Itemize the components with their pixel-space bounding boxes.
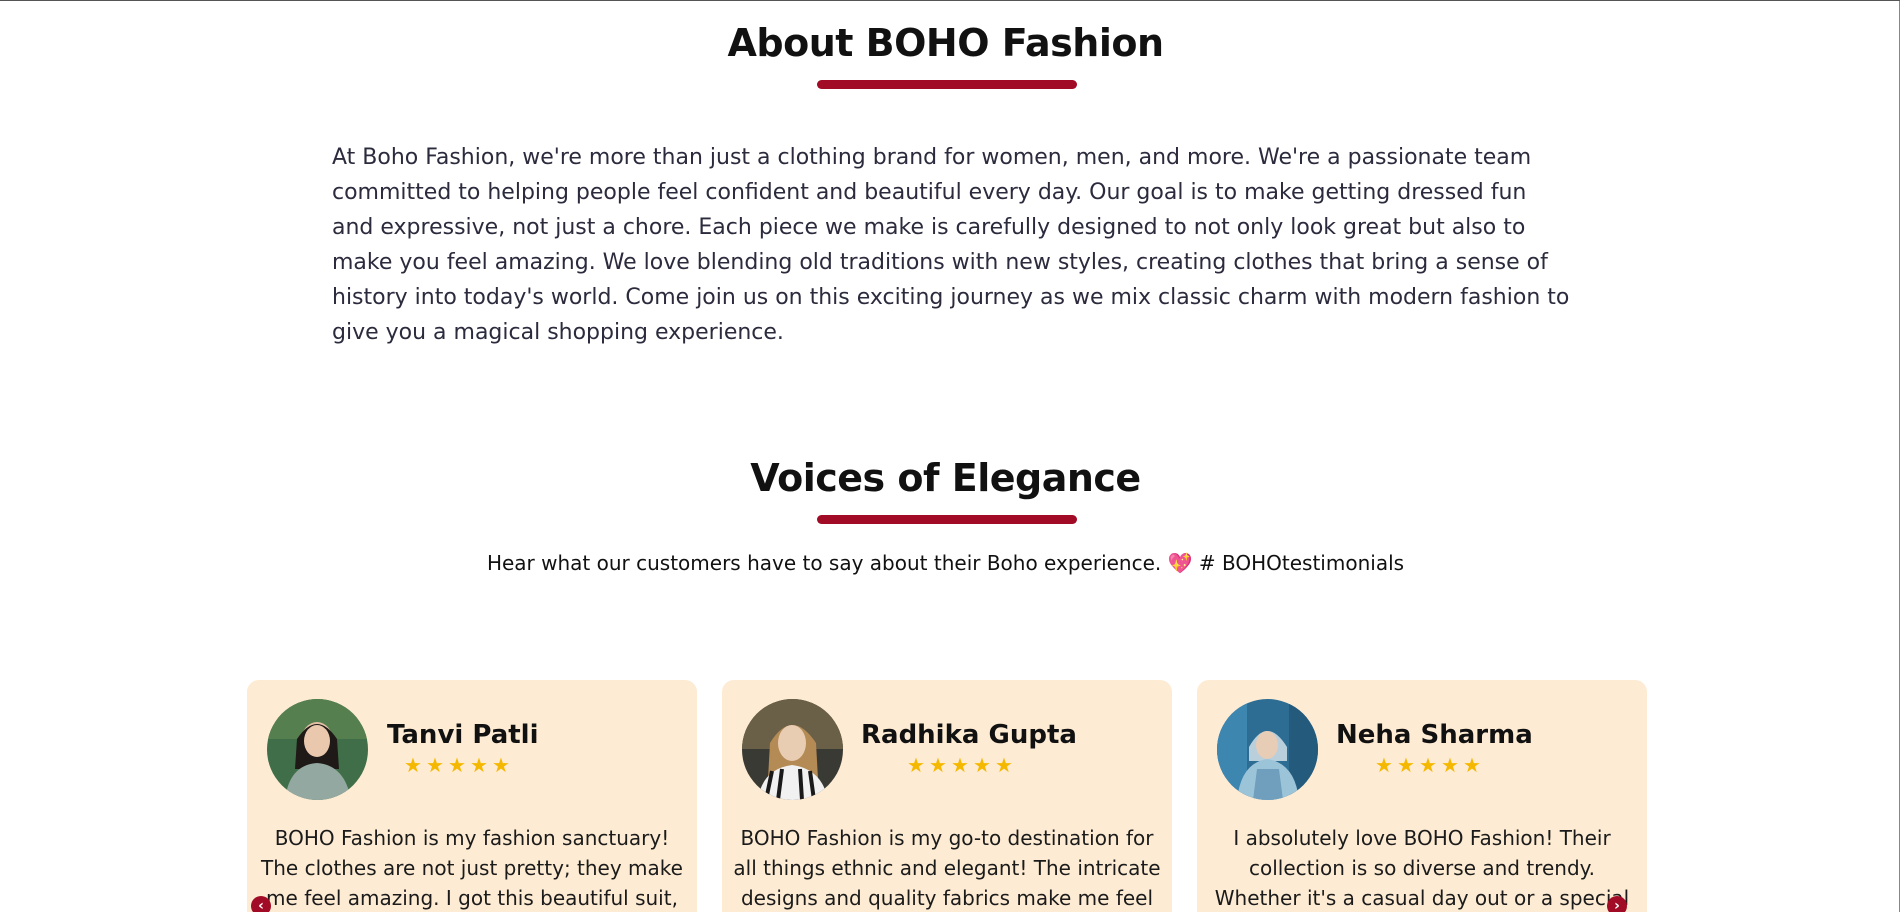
star-rating: ★ ★ ★ ★ ★ [1375,753,1482,777]
star-icon: ★ [448,753,466,777]
testimonial-card: Neha Sharma ★ ★ ★ ★ ★ I absolutely love … [1197,680,1647,912]
avatar [267,699,368,800]
star-icon: ★ [426,753,444,777]
star-icon: ★ [907,753,925,777]
subtitle-text: Hear what our customers have to say abou… [486,551,1162,575]
testimonial-card: Radhika Gupta ★ ★ ★ ★ ★ BOHO Fashion is … [722,680,1172,912]
card-name: Radhika Gupta [861,720,1077,750]
avatar [1217,699,1318,800]
star-icon: ★ [1441,753,1459,777]
review-text: BOHO Fashion is my go-to destination for… [733,826,1161,910]
star-icon: ★ [492,753,510,777]
page: About BOHO Fashion At Boho Fashion, we'r… [0,0,1900,912]
star-icon: ★ [929,753,947,777]
testimonials-title: Voices of Elegance [750,456,1141,500]
carousel-prev-button[interactable]: ‹ [251,896,271,912]
star-icon: ★ [1463,753,1481,777]
star-icon: ★ [470,753,488,777]
star-icon: ★ [404,753,422,777]
star-icon: ★ [951,753,969,777]
avatar [742,699,843,800]
testimonial-card: Tanvi Patli ★ ★ ★ ★ ★ BOHO Fashion is my… [247,680,697,912]
about-title-underline [817,80,1077,89]
review-text: I absolutely love BOHO Fashion! Their co… [1214,826,1630,910]
star-rating: ★ ★ ★ ★ ★ [404,753,511,777]
star-icon: ★ [1419,753,1437,777]
about-text: At Boho Fashion, we're more than just a … [332,145,1570,345]
card-name: Neha Sharma [1336,720,1533,750]
review-text: BOHO Fashion is my fashion sanctuary! Th… [261,826,683,910]
testimonials-title-underline [817,515,1077,524]
card-name: Tanvi Patli [387,720,539,750]
about-title: About BOHO Fashion [727,21,1165,65]
page-content: About BOHO Fashion At Boho Fashion, we'r… [0,1,1899,912]
star-rating: ★ ★ ★ ★ ★ [907,753,1014,777]
carousel-next-button[interactable]: › [1607,896,1627,912]
testimonials-subtitle: Hear what our customers have to say abou… [0,551,1891,575]
subtitle-hashtag: # BOHOtestimonials [1198,551,1405,575]
star-icon: ★ [1375,753,1393,777]
star-icon: ★ [1397,753,1415,777]
star-icon: ★ [995,753,1013,777]
heart-icon: 💖 [1167,551,1193,575]
star-icon: ★ [973,753,991,777]
